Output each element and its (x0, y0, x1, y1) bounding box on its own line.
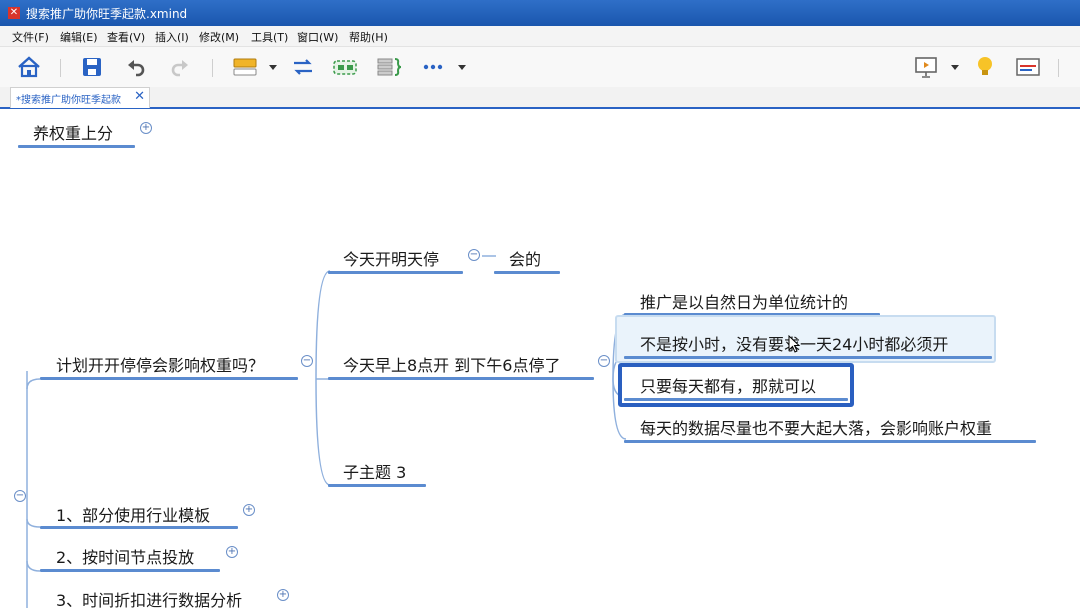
xmind-icon: ✕ (8, 7, 20, 19)
idea-bulb-icon[interactable] (972, 55, 998, 79)
collapse-icon[interactable]: − (598, 355, 610, 367)
xmind-window: ✕ 搜索推广助你旺季起款.xmind 文件(F) 编辑(E) 查看(V) 插入(… (0, 0, 1080, 608)
window-title: 搜索推广助你旺季起款.xmind (26, 7, 188, 21)
close-icon[interactable]: ✕ (134, 89, 145, 104)
summary-icon[interactable] (376, 55, 404, 79)
topic-sibling-2[interactable]: 2、按时间节点投放 (56, 544, 194, 568)
home-icon[interactable] (16, 55, 42, 79)
relationship-icon[interactable] (290, 55, 316, 79)
editor-tab-strip: *搜索推广助你旺季起款 ✕ (0, 87, 1080, 109)
presentation-icon[interactable] (912, 55, 940, 79)
panel-icon[interactable] (1014, 55, 1042, 79)
topic-underline (18, 145, 135, 148)
topic-child-3[interactable]: 只要每天都有，那就可以 (640, 373, 816, 397)
menu-tools[interactable]: 工具(T) (251, 29, 288, 45)
menu-modify[interactable]: 修改(M) (199, 29, 239, 45)
topic-child-1[interactable]: 推广是以自然日为单位统计的 (640, 289, 848, 313)
topic-underline (624, 398, 848, 401)
topic-underline (40, 526, 238, 529)
menu-window[interactable]: 窗口(W) (297, 29, 338, 45)
topic-underline (624, 440, 1036, 443)
redo-icon[interactable] (168, 55, 192, 79)
collapse-icon[interactable]: − (301, 355, 313, 367)
topic-branch-1[interactable]: 今天开明天停 (343, 246, 439, 270)
save-icon[interactable] (80, 55, 104, 79)
mouse-cursor-icon (788, 335, 800, 353)
menu-view[interactable]: 查看(V) (107, 29, 145, 45)
menu-insert[interactable]: 插入(I) (155, 29, 189, 45)
topic-child-4[interactable]: 每天的数据尽量也不要大起大落，会影响账户权重 (640, 415, 992, 439)
mindmap-canvas[interactable]: 养权重上分 + 计划开开停停会影响权重吗？ − − 今天开明天停 − 会的 今天… (0, 109, 1080, 608)
tab-label: *搜索推广助你旺季起款 (16, 95, 121, 106)
expand-icon[interactable]: + (277, 589, 289, 601)
topic-underline (624, 356, 992, 359)
menu-file[interactable]: 文件(F) (12, 29, 49, 45)
topic-question[interactable]: 计划开开停停会影响权重吗？ (56, 352, 264, 376)
toolbar (0, 47, 1080, 87)
topic-underline (40, 377, 298, 380)
menu-bar: 文件(F) 编辑(E) 查看(V) 插入(I) 修改(M) 工具(T) 窗口(W… (0, 26, 1080, 47)
title-bar: ✕ 搜索推广助你旺季起款.xmind (0, 0, 1080, 26)
topic-underline (494, 271, 560, 274)
topic-branch-1-child[interactable]: 会的 (509, 246, 541, 270)
topic-sibling-3[interactable]: 3、时间折扣进行数据分析 (56, 587, 242, 608)
topic-underline (328, 484, 426, 487)
topic-underline (40, 569, 220, 572)
tab-document[interactable]: *搜索推广助你旺季起款 ✕ (10, 87, 150, 108)
more-icon[interactable] (420, 55, 446, 79)
topic-style-icon[interactable] (232, 55, 258, 79)
topic-underline (328, 377, 594, 380)
topic-branch-3[interactable]: 子主题 3 (343, 459, 406, 483)
topic-branch-2[interactable]: 今天早上8点开 到下午6点停了 (343, 352, 560, 376)
topic-underline (328, 271, 463, 274)
collapse-icon[interactable]: − (14, 490, 26, 502)
topic-sibling-1[interactable]: 1、部分使用行业模板 (56, 502, 210, 526)
boundary-icon[interactable] (332, 55, 358, 79)
expand-icon[interactable]: + (140, 122, 152, 134)
undo-icon[interactable] (124, 55, 148, 79)
menu-edit[interactable]: 编辑(E) (60, 29, 98, 45)
menu-help[interactable]: 帮助(H) (349, 29, 388, 45)
expand-icon[interactable]: + (243, 504, 255, 516)
expand-icon[interactable]: + (226, 546, 238, 558)
topic-top[interactable]: 养权重上分 (33, 120, 113, 144)
collapse-icon[interactable]: − (468, 249, 480, 261)
